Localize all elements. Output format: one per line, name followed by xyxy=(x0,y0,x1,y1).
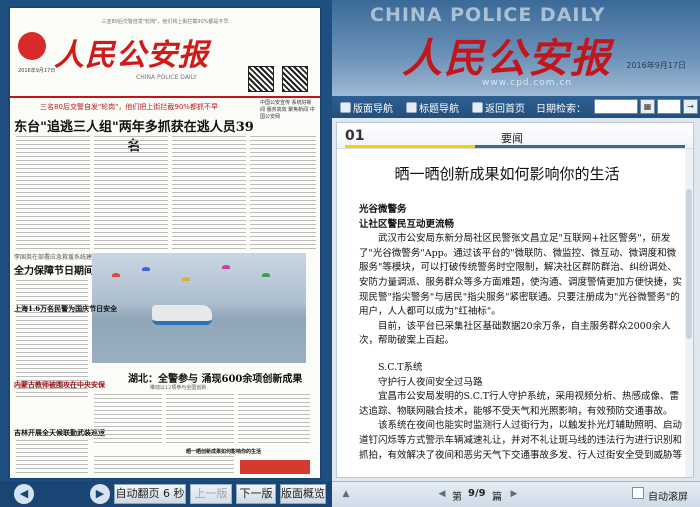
police-emblem-icon xyxy=(18,32,46,60)
newspaper-deck: 三名80后交警自发"轮岗"，他们把上街拦截90%都抓不早 xyxy=(40,103,218,111)
text-column xyxy=(16,136,90,252)
text-column xyxy=(172,136,246,252)
page-bar: 01 要闻 xyxy=(337,123,693,149)
bottom-article-link[interactable]: 晒一晒创新成果如何影响你的生活 xyxy=(186,448,261,455)
page-number: 01 xyxy=(345,128,365,144)
kite-icon xyxy=(142,267,150,271)
article-body: 光谷微警务 让社区警民互动更流畅 武汉市公安局东新分局社区民警张文昌立足"互联网… xyxy=(359,203,685,463)
section-2-subtitle: 守护行人夜间安全过马路 xyxy=(378,376,483,388)
site-header: CHINA POLICE DAILY 人民公安报 2016年9月17日 www.… xyxy=(332,0,700,96)
left-short-3[interactable]: 吉林开展全天候联勤武装巡逻 xyxy=(14,428,105,438)
site-title-en: CHINA POLICE DAILY xyxy=(370,4,606,26)
next-arrow-icon[interactable]: ▶ xyxy=(90,484,110,504)
layout-nav-label: 版面导航 xyxy=(353,104,393,115)
home-icon xyxy=(472,102,483,113)
text-column xyxy=(166,394,234,446)
newspaper-issue-date: 2016年9月17日 xyxy=(18,68,56,74)
article-paragraph: 宜昌市公安局发明的S.C.T行人守护系统，采用视频分析、热感成像、雷达追踪、物联… xyxy=(359,391,679,417)
kite-icon xyxy=(112,273,120,277)
masthead-rule xyxy=(10,96,320,98)
text-column xyxy=(94,456,234,474)
scroll-up-arrow-icon[interactable]: ▲ xyxy=(340,488,352,500)
next-page-button[interactable]: 下一版 xyxy=(236,484,276,504)
auto-flip-seconds: 6 秒 xyxy=(163,487,185,500)
article-index-label: 第 xyxy=(452,492,462,503)
scroll-thumb[interactable] xyxy=(686,189,692,339)
newspaper-masthead-en: CHINA POLICE DAILY xyxy=(136,74,197,81)
text-column xyxy=(250,136,316,252)
sub-headline-2[interactable]: 湖北：全警参与 涌现600余项创新成果 xyxy=(128,370,302,385)
text-column xyxy=(94,136,168,252)
newspaper-masthead: 人民公安报 xyxy=(54,38,209,73)
article-title: 晒一晒创新成果如何影响你的生活 xyxy=(394,165,620,183)
article-paragraph: 武汉市公安局东新分局社区民警张文昌立足"互联网+社区警务"，研发了"光谷微警务"… xyxy=(359,233,683,318)
date-day-select[interactable] xyxy=(657,99,681,114)
sub-headline-2-deck: 推动以12项参与全国创新 xyxy=(150,385,207,391)
section-2-title: S.C.T系统 xyxy=(378,361,423,373)
section-1-title: 光谷微警务 xyxy=(359,204,407,215)
layout-nav-icon xyxy=(340,102,351,113)
newspaper-panel: 三亚80后交警自发"轮岗"，他们将上街拦截90%都是不早 人民公安报 CHINA… xyxy=(0,0,332,507)
text-column xyxy=(238,394,310,446)
title-nav-link[interactable]: 标题导航 xyxy=(406,100,459,115)
go-button[interactable]: → xyxy=(683,99,698,114)
article-index-value: 9/9 xyxy=(468,488,486,499)
auto-flip-button[interactable]: 自动翻页 6 秒 xyxy=(114,484,186,504)
article-paragraph: 该系统在夜间也能实时监测行人过街行为，以触发扑光灯辅助照明、启动道钉闪烁等方式警… xyxy=(359,420,683,461)
article-index-suffix: 篇 xyxy=(492,492,502,503)
home-label: 返回首页 xyxy=(485,104,525,115)
newspaper-page-image[interactable]: 三亚80后交警自发"轮岗"，他们将上街拦截90%都是不早 人民公安报 CHINA… xyxy=(10,8,320,478)
layout-nav-link[interactable]: 版面导航 xyxy=(340,100,393,115)
newspaper-topline: 三亚80后交警自发"轮岗"，他们将上街拦截90%都是不早 xyxy=(101,19,229,25)
page-name: 要闻 xyxy=(501,132,523,145)
kite-icon xyxy=(262,273,270,277)
section-1-subtitle: 让社区警民互动更流畅 xyxy=(359,218,455,230)
home-link[interactable]: 返回首页 xyxy=(472,100,525,115)
newspaper-header: 三亚80后交警自发"轮岗"，他们将上街拦截90%都是不早 人民公安报 CHINA… xyxy=(10,8,320,96)
advert-banner xyxy=(240,460,310,474)
date-search-label: 日期检索： xyxy=(536,104,586,115)
article-scrollbar[interactable] xyxy=(685,149,693,477)
kite-icon xyxy=(222,265,230,269)
prev-page-button[interactable]: 上一版 xyxy=(190,484,232,504)
header-date: 2016年9月17日 xyxy=(626,61,686,70)
left-short-1[interactable]: 上海1.6万名民警为国庆节日安全 xyxy=(14,304,117,314)
site-logo: 人民公安报 xyxy=(402,35,612,82)
left-controls: ◀ ▶ 自动翻页 6 秒 上一版 下一版 版面概览 xyxy=(0,481,332,507)
page-bar-line xyxy=(475,145,685,148)
article-panel: 01 要闻 晒一晒创新成果如何影响你的生活 光谷微警务 让社区警民互动更流畅 武… xyxy=(336,122,694,478)
qr-code-icon xyxy=(282,66,308,92)
page-bar-accent xyxy=(345,145,475,148)
text-column xyxy=(16,440,88,474)
auto-scroll-label[interactable]: 自动滚屏 xyxy=(648,488,688,503)
header-url: www.cpd.com.cn xyxy=(482,78,573,88)
title-nav-icon xyxy=(406,102,417,113)
text-column xyxy=(94,394,162,446)
auto-flip-label: 自动翻页 xyxy=(115,487,160,500)
left-short-2[interactable]: 内蒙古教师被围攻在中央安保 xyxy=(14,380,105,390)
calendar-icon[interactable]: ▦ xyxy=(640,99,655,114)
police-boat xyxy=(152,305,212,325)
qr-code-icon xyxy=(248,66,274,92)
prev-arrow-icon[interactable]: ◀ xyxy=(14,484,34,504)
prev-article-arrow-icon[interactable]: ◀ xyxy=(436,488,448,500)
reader-panel: CHINA POLICE DAILY 人民公安报 2016年9月17日 www.… xyxy=(332,0,700,507)
toolbar: 版面导航 标题导航 返回首页 日期检索： ▦ → xyxy=(332,96,700,118)
next-article-arrow-icon[interactable]: ▶ xyxy=(508,488,520,500)
kite-icon xyxy=(182,277,190,281)
overview-button[interactable]: 版面概览 xyxy=(280,484,326,504)
article-paragraph: 目前，该平台已采集社区基础数据20余万条，自主服务群众2000余人次，帮助破案上… xyxy=(359,320,671,347)
right-controls: ▲ ◀ 第 9/9 篇 ▶ 自动滚屏 xyxy=(332,481,700,507)
newspaper-photo xyxy=(92,253,306,363)
newspaper-side-box: 中国公安宣传 系统好新闻 服务高效 聚焦新闻 中国公安网 xyxy=(260,100,315,120)
title-nav-label: 标题导航 xyxy=(419,104,459,115)
auto-scroll-checkbox[interactable] xyxy=(632,487,644,499)
date-year-select[interactable] xyxy=(594,99,638,114)
